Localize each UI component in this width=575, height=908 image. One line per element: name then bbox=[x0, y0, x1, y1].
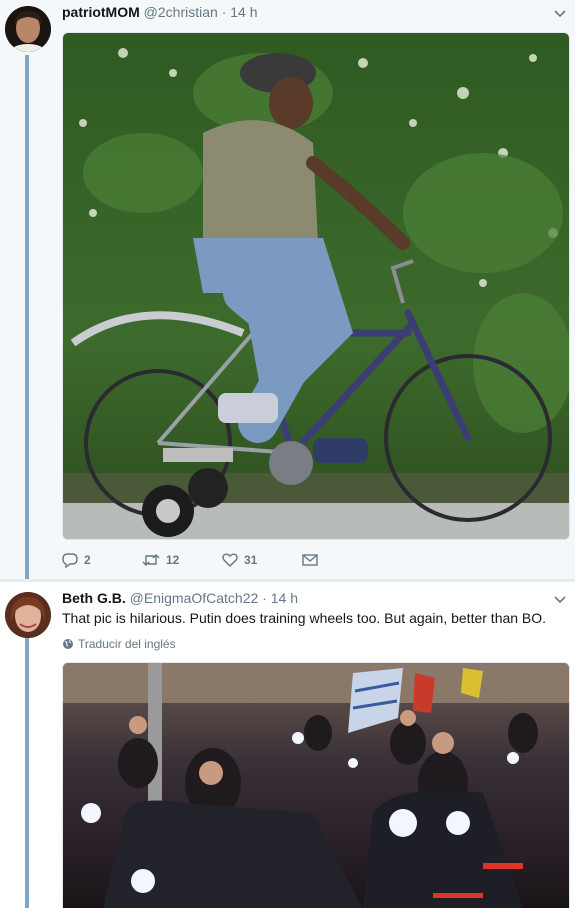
user-handle[interactable]: @2christian bbox=[144, 4, 218, 20]
reply-icon bbox=[62, 552, 78, 568]
heart-icon bbox=[222, 552, 238, 568]
translate-link[interactable]: Traducir del inglés bbox=[62, 637, 176, 651]
thread-connector bbox=[25, 637, 29, 908]
like-count: 31 bbox=[244, 553, 258, 567]
globe-icon bbox=[62, 638, 74, 650]
timeline: patriotMOM @2christian · 14 h 2 12 31 Be… bbox=[0, 0, 575, 908]
translate-label[interactable]: Traducir del inglés bbox=[78, 637, 176, 651]
tweet-image[interactable] bbox=[62, 662, 570, 908]
tweet-header: patriotMOM @2christian · 14 h bbox=[62, 4, 258, 20]
direct-message-button[interactable] bbox=[302, 550, 382, 570]
chevron-down-icon[interactable] bbox=[553, 6, 567, 20]
avatar[interactable] bbox=[5, 592, 51, 638]
tweet-text: That pic is hilarious. Putin does traini… bbox=[62, 610, 547, 626]
timestamp[interactable]: 14 h bbox=[271, 590, 298, 606]
retweet-count: 12 bbox=[166, 553, 180, 567]
user-handle[interactable]: @EnigmaOfCatch22 bbox=[130, 590, 259, 606]
retweet-icon bbox=[142, 552, 160, 568]
avatar[interactable] bbox=[5, 6, 51, 52]
reply-button[interactable]: 2 bbox=[62, 550, 142, 570]
tweet-actions: 2 12 31 bbox=[62, 550, 382, 570]
chevron-down-icon[interactable] bbox=[553, 592, 567, 606]
separator: · bbox=[262, 590, 267, 606]
separator: · bbox=[221, 4, 227, 20]
display-name[interactable]: patriotMOM bbox=[62, 4, 140, 20]
display-name[interactable]: Beth G.B. bbox=[62, 590, 126, 606]
tweet-header: Beth G.B. @EnigmaOfCatch22 · 14 h bbox=[62, 590, 298, 606]
tweet-image[interactable] bbox=[62, 32, 570, 540]
like-button[interactable]: 31 bbox=[222, 550, 302, 570]
tweet[interactable]: Beth G.B. @EnigmaOfCatch22 · 14 h That p… bbox=[0, 582, 575, 908]
envelope-icon bbox=[302, 553, 318, 567]
timestamp[interactable]: 14 h bbox=[230, 4, 257, 20]
retweet-button[interactable]: 12 bbox=[142, 550, 222, 570]
thread-connector bbox=[25, 55, 29, 580]
tweet[interactable]: patriotMOM @2christian · 14 h 2 12 31 bbox=[0, 0, 575, 580]
reply-count: 2 bbox=[84, 553, 91, 567]
